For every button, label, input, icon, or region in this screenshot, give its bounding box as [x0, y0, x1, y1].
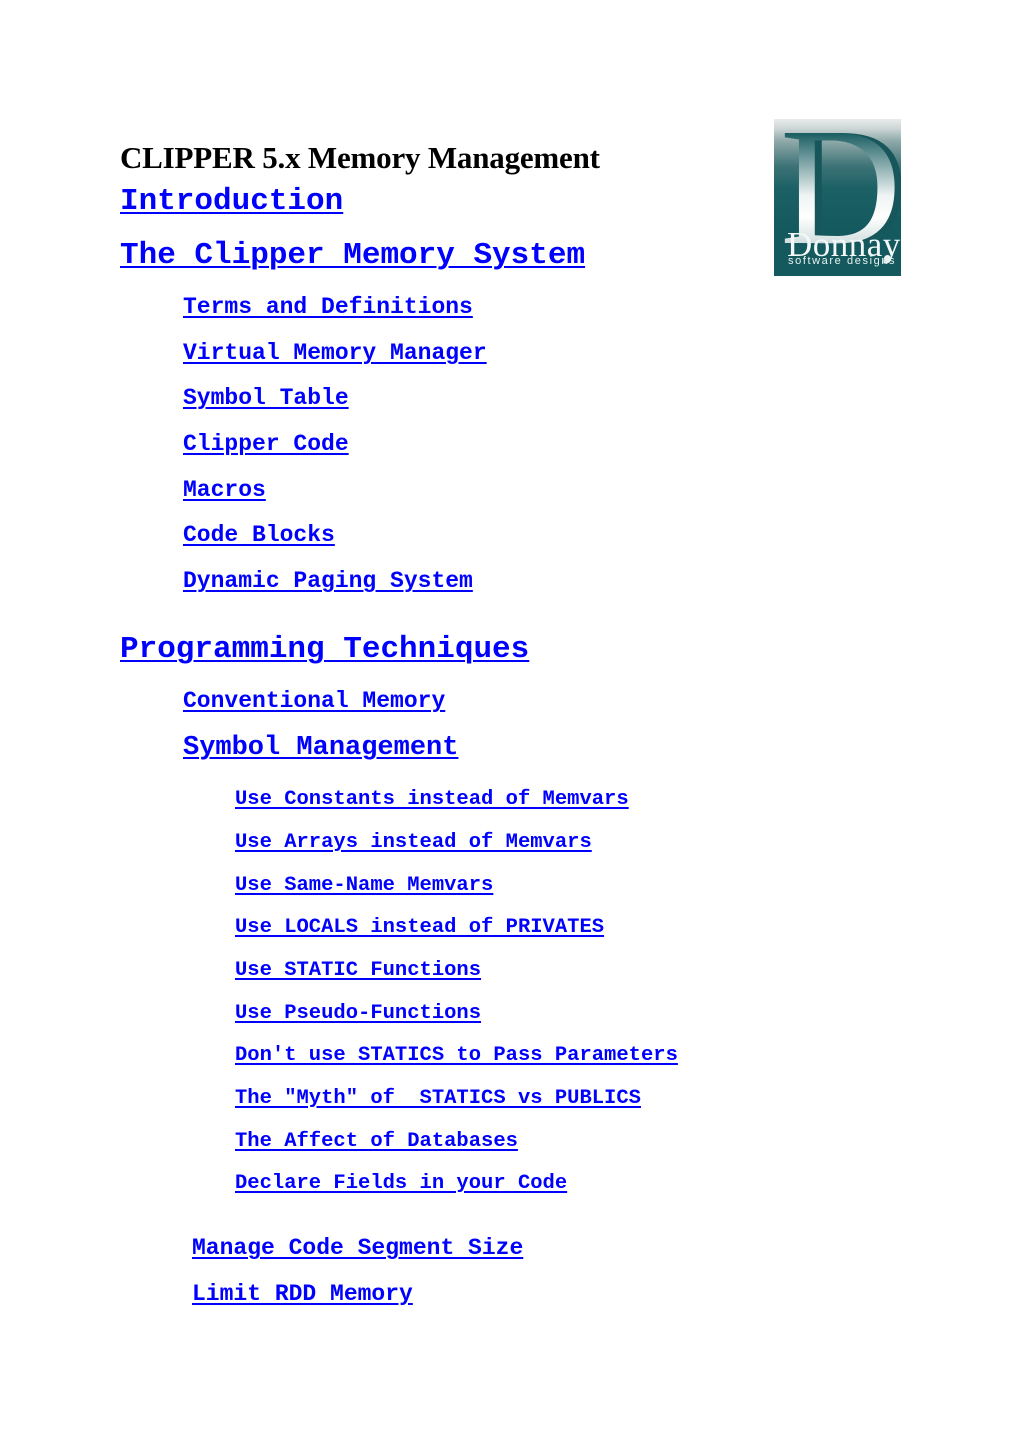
- toc-link[interactable]: Dynamic Paging System: [183, 567, 473, 595]
- toc-link[interactable]: The Clipper Memory System: [120, 238, 585, 274]
- donnay-logo: D D Donnay software designs: [774, 119, 901, 276]
- toc-link[interactable]: Limit RDD Memory: [192, 1280, 413, 1308]
- toc-link[interactable]: The Affect of Databases: [235, 1129, 518, 1154]
- toc-link[interactable]: Introduction: [120, 184, 343, 220]
- logo-tagline-text: software designs: [788, 255, 897, 267]
- toc-link[interactable]: Conventional Memory: [183, 687, 445, 715]
- page-title: CLIPPER 5.x Memory Management: [120, 139, 600, 175]
- toc-link[interactable]: Manage Code Segment Size: [192, 1234, 523, 1262]
- toc-link[interactable]: Don't use STATICS to Pass Parameters: [235, 1043, 678, 1068]
- document-page: CLIPPER 5.x Memory Management D D Donnay…: [0, 0, 1020, 1443]
- toc-link[interactable]: Symbol Table: [183, 384, 349, 412]
- toc-link[interactable]: Macros: [183, 476, 266, 504]
- toc-link[interactable]: Terms and Definitions: [183, 293, 473, 321]
- toc-link[interactable]: Use Arrays instead of Memvars: [235, 830, 592, 855]
- toc-link[interactable]: Clipper Code: [183, 430, 349, 458]
- toc-link[interactable]: Symbol Management: [183, 732, 458, 764]
- toc-link[interactable]: Programming Techniques: [120, 632, 529, 668]
- toc-link[interactable]: Use Same-Name Memvars: [235, 873, 493, 898]
- toc-link[interactable]: Declare Fields in your Code: [235, 1171, 567, 1196]
- logo-dot-icon: [884, 255, 891, 262]
- toc-link[interactable]: Use STATIC Functions: [235, 958, 481, 983]
- toc-link[interactable]: Use Constants instead of Memvars: [235, 787, 629, 812]
- toc-link[interactable]: The "Myth" of STATICS vs PUBLICS: [235, 1086, 641, 1111]
- toc-link[interactable]: Code Blocks: [183, 521, 335, 549]
- toc-link[interactable]: Use Pseudo-Functions: [235, 1001, 481, 1026]
- toc-link[interactable]: Virtual Memory Manager: [183, 339, 487, 367]
- toc-link[interactable]: Use LOCALS instead of PRIVATES: [235, 915, 604, 940]
